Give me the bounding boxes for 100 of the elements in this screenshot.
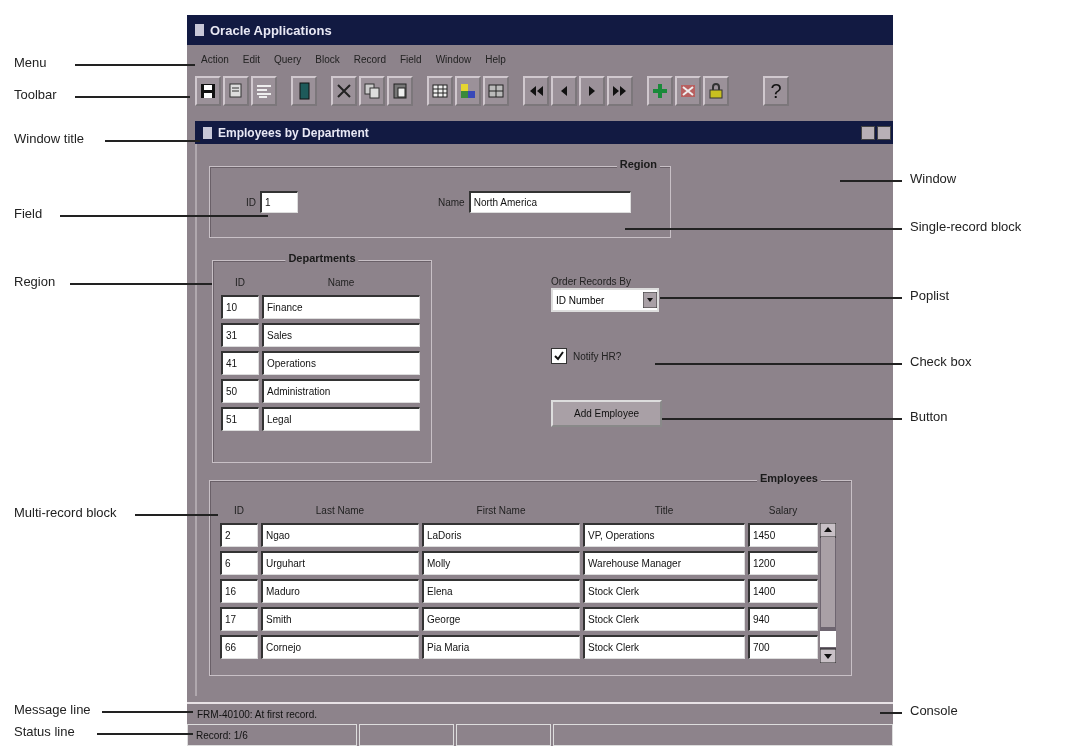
leader-line	[840, 180, 902, 182]
menu-item[interactable]: Edit	[242, 53, 261, 65]
record-field[interactable]: Stock Clerk	[583, 607, 745, 631]
table-button[interactable]	[483, 76, 509, 106]
record-field[interactable]: 1400	[748, 579, 818, 603]
grid-button[interactable]	[427, 76, 453, 106]
lock-button[interactable]	[703, 76, 729, 106]
id-field[interactable]: 31	[221, 323, 259, 347]
callout-label: Single-record block	[910, 219, 1022, 234]
last-button[interactable]	[607, 76, 633, 106]
column-header: Salary	[767, 505, 799, 518]
callout-label: Window title	[14, 131, 85, 146]
save-button[interactable]	[195, 76, 221, 106]
name-field[interactable]: Operations	[262, 351, 420, 375]
page-icon	[227, 82, 245, 100]
previous-button[interactable]	[551, 76, 577, 106]
column-header: ID	[234, 277, 246, 290]
field-label: Order Records By	[551, 276, 632, 287]
column-header: Title	[653, 505, 675, 518]
field-label: Name	[438, 196, 465, 208]
window-title: Oracle Applications	[210, 22, 332, 38]
name-field[interactable]: North America	[468, 191, 631, 213]
name-field[interactable]: Sales	[262, 323, 420, 347]
record-field[interactable]: Maduro	[261, 579, 419, 603]
name-field[interactable]: Finance	[262, 295, 420, 319]
callout-label: Multi-record block	[14, 505, 117, 520]
record-field[interactable]: LaDoris	[422, 523, 580, 547]
record-field[interactable]: Warehouse Manager	[583, 551, 745, 575]
record-field[interactable]: 17	[220, 607, 258, 631]
menu-item[interactable]: Window	[435, 53, 472, 65]
list-button[interactable]	[251, 76, 277, 106]
callout-label: Status line	[14, 724, 75, 739]
next-button[interactable]	[579, 76, 605, 106]
id-field[interactable]: 1	[260, 191, 298, 213]
name-field[interactable]: Administration	[262, 379, 420, 403]
lock-icon	[707, 82, 725, 100]
app-icon	[203, 126, 212, 139]
leader-line	[880, 712, 902, 714]
callout-label: Window	[910, 171, 957, 186]
menu-item[interactable]: Block	[315, 53, 340, 65]
frame-title: Employees	[756, 472, 821, 484]
record-field[interactable]: 2	[220, 523, 258, 547]
scrollbar[interactable]	[820, 523, 836, 663]
menu-item[interactable]: Help	[485, 53, 506, 65]
cut-button[interactable]	[331, 76, 357, 106]
copy-button[interactable]	[359, 76, 385, 106]
id-field[interactable]: 51	[221, 407, 259, 431]
menu-item[interactable]: Record	[353, 53, 386, 65]
exit-button[interactable]	[291, 76, 317, 106]
callout-label: Check box	[910, 354, 972, 369]
first-button[interactable]	[523, 76, 549, 106]
add-button[interactable]	[647, 76, 673, 106]
callout-label: Poplist	[910, 288, 950, 303]
chart-button[interactable]	[455, 76, 481, 106]
frame-title: Region	[616, 158, 660, 170]
record-field[interactable]: George	[422, 607, 580, 631]
callout-label: Button	[910, 409, 948, 424]
column-header: First Name	[475, 505, 527, 518]
lines-icon	[255, 82, 273, 100]
record-field[interactable]: 940	[748, 607, 818, 631]
record-field[interactable]: VP, Operations	[583, 523, 745, 547]
paste-button[interactable]	[387, 76, 413, 106]
menu-item[interactable]: Action	[201, 53, 229, 65]
menu-item[interactable]: Field	[399, 53, 422, 65]
column-header: Last Name	[314, 505, 366, 518]
record-field[interactable]: 1200	[748, 551, 818, 575]
window-controls-icon[interactable]	[861, 125, 893, 140]
print-button[interactable]	[223, 76, 249, 106]
record-field[interactable]: Stock Clerk	[583, 579, 745, 603]
record-field[interactable]: Molly	[422, 551, 580, 575]
record-field[interactable]: Pia Maria	[422, 635, 580, 659]
record-field[interactable]: 6	[220, 551, 258, 575]
record-field[interactable]: Urguhart	[261, 551, 419, 575]
record-field[interactable]: Cornejo	[261, 635, 419, 659]
record-field[interactable]: Elena	[422, 579, 580, 603]
record-field[interactable]: 1450	[748, 523, 818, 547]
record-field[interactable]: 66	[220, 635, 258, 659]
id-field[interactable]: 10	[221, 295, 259, 319]
frame-title: Departments	[285, 252, 359, 264]
record-field[interactable]: Ngao	[261, 523, 419, 547]
id-field[interactable]: 50	[221, 379, 259, 403]
callout-label: Field	[14, 206, 43, 221]
checkbox-label: Notify HR?	[573, 350, 622, 362]
checkbox[interactable]	[551, 348, 567, 364]
id-field[interactable]: 41	[221, 351, 259, 375]
delete-button[interactable]	[675, 76, 701, 106]
floppy-icon	[199, 82, 217, 100]
grid2-icon	[487, 82, 505, 100]
record-field[interactable]: 16	[220, 579, 258, 603]
record-field[interactable]: Stock Clerk	[583, 635, 745, 659]
column-header: ID	[233, 505, 245, 518]
record-field[interactable]: Smith	[261, 607, 419, 631]
poplist[interactable]: ID Number	[551, 288, 659, 312]
name-field[interactable]: Legal	[262, 407, 420, 431]
record-field[interactable]: 700	[748, 635, 818, 659]
column-header: Name	[326, 277, 356, 290]
help-button[interactable]: ?	[763, 76, 789, 106]
add-employee-button[interactable]: Add Employee	[551, 400, 662, 427]
menu-item[interactable]: Query	[274, 53, 302, 65]
callout-label: Region	[14, 274, 56, 289]
